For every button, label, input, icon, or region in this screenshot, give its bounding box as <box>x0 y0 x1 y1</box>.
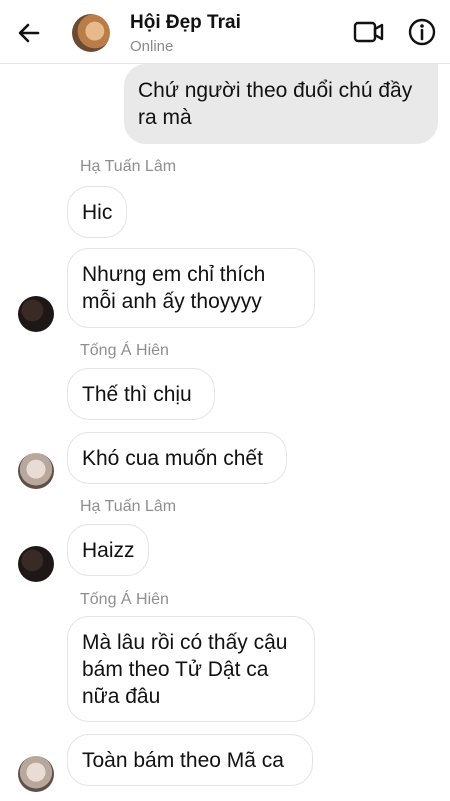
back-button[interactable] <box>14 18 44 48</box>
conversation-title[interactable]: Hội Đẹp Trai <box>130 12 241 34</box>
sender-avatar[interactable] <box>18 453 54 489</box>
message-text: Khó cua muốn chết <box>82 446 263 470</box>
message-bubble-incoming[interactable]: Mà lâu rồi có thấy cậu bám theo Tử Dật c… <box>67 616 315 722</box>
message-text: Mà lâu rồi có thấy cậu bám theo Tử Dật c… <box>82 630 288 708</box>
sender-name: Tống Á Hiên <box>80 591 169 608</box>
group-avatar[interactable] <box>72 14 110 52</box>
sender-name: Hạ Tuấn Lâm <box>80 158 177 175</box>
chat-header: Hội Đẹp Trai Online <box>0 0 450 64</box>
online-status: Online <box>130 38 174 55</box>
message-text: Hic <box>82 200 113 224</box>
sender-name: Tống Á Hiên <box>80 342 169 359</box>
message-bubble-outgoing[interactable]: Chứ người theo đuổi chú đầy ra mà <box>124 64 438 144</box>
sender-avatar[interactable] <box>18 756 54 792</box>
message-text: Thế thì chịu <box>82 382 192 406</box>
sender-name: Hạ Tuấn Lâm <box>80 498 177 515</box>
message-bubble-incoming[interactable]: Thế thì chịu <box>67 368 215 420</box>
message-text: Chứ người theo đuổi chú đầy ra mà <box>138 79 413 129</box>
message-bubble-incoming[interactable]: Khó cua muốn chết <box>67 432 287 484</box>
sender-avatar[interactable] <box>18 546 54 582</box>
sender-avatar[interactable] <box>18 296 54 332</box>
arrow-left-icon <box>18 23 40 43</box>
message-bubble-incoming[interactable]: Hic <box>67 186 127 238</box>
video-camera-icon <box>353 21 384 43</box>
video-call-button[interactable] <box>352 18 386 46</box>
message-text: Toàn bám theo Mã ca <box>82 748 284 772</box>
info-icon <box>408 18 436 46</box>
message-bubble-incoming[interactable]: Haizz <box>67 524 149 576</box>
message-bubble-incoming[interactable]: Nhưng em chỉ thích mỗi anh ấy thoyyyy <box>67 248 315 328</box>
message-bubble-incoming[interactable]: Toàn bám theo Mã ca <box>67 734 313 786</box>
message-list[interactable]: Chứ người theo đuổi chú đầy ra mà Hạ Tuấ… <box>0 64 450 801</box>
info-button[interactable] <box>406 16 438 48</box>
message-text: Haizz <box>82 538 135 562</box>
message-text: Nhưng em chỉ thích mỗi anh ấy thoyyyy <box>82 263 266 313</box>
